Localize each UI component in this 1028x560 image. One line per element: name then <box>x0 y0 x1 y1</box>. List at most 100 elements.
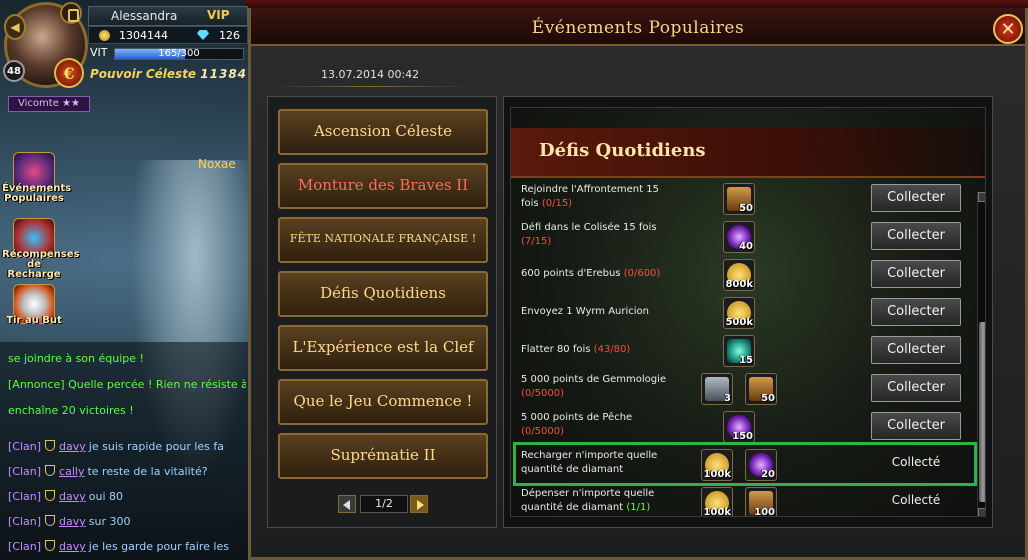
chat-channel: [Clan] <box>8 515 42 528</box>
chat-username[interactable]: davy <box>59 440 86 453</box>
reward-slot[interactable]: 800k <box>723 259 755 291</box>
reward-slot[interactable]: 3 <box>701 373 733 405</box>
challenge-row: Rejoindre l'Affrontement 15 fois (0/15) … <box>511 181 971 219</box>
challenge-description: Défi dans le Colisée 15 fois (7/15) <box>521 222 657 247</box>
challenge-description: Rejoindre l'Affrontement 15 fois (0/15) <box>521 184 659 209</box>
scrollbar[interactable] <box>977 192 985 516</box>
server-date: 13.07.2014 00:42 <box>321 68 420 81</box>
previous-page-button[interactable] <box>338 495 356 513</box>
event-menu: Ascension Céleste Monture des Braves II … <box>267 96 497 528</box>
name-bar: Alessandra VIP <box>88 6 248 26</box>
pager: 1/2 <box>338 495 428 515</box>
scroll-up-button[interactable] <box>978 192 985 202</box>
chat-message: enchaîne 20 victoires ! <box>8 404 134 417</box>
reward-slot[interactable]: 50 <box>723 183 755 215</box>
collect-button[interactable]: Collecter <box>871 374 961 402</box>
chat-username[interactable]: davy <box>59 490 86 503</box>
reward-slot[interactable]: 50 <box>745 373 777 405</box>
chat-username[interactable]: cally <box>59 465 84 478</box>
vitality-label: VIT <box>90 46 108 59</box>
side-button-label: Événements Populaires <box>2 183 72 204</box>
reward-quantity: 3 <box>724 393 731 404</box>
reward-slot[interactable]: 100k <box>701 487 733 517</box>
dialog-title-bar[interactable]: Événements Populaires <box>251 8 1025 46</box>
collected-status: Collecté <box>891 455 941 469</box>
side-button-penalty[interactable]: Tir au But <box>2 284 66 326</box>
chat-message: [Clan] davy oui 80 <box>8 490 246 503</box>
collect-button[interactable]: Collecter <box>871 336 961 364</box>
level-badge: 48 <box>3 60 25 82</box>
reward-quantity: 800k <box>725 279 753 290</box>
clan-shield-icon <box>45 490 56 501</box>
challenge-progress: (0/5000) <box>521 426 564 437</box>
collect-button[interactable]: Collecter <box>871 412 961 440</box>
menu-icon[interactable] <box>60 2 82 24</box>
power-value: 11384 <box>200 67 248 81</box>
menu-item-daily-challenges[interactable]: Défis Quotidiens <box>278 271 488 317</box>
reward-quantity: 20 <box>761 469 775 480</box>
chat-panel[interactable]: se joindre à son équipe ! [Annonce] Quel… <box>0 342 248 560</box>
menu-item-experience[interactable]: L'Expérience est la Clef <box>278 325 488 371</box>
reward-slot[interactable]: 100 <box>745 487 777 517</box>
menu-item-supremacy[interactable]: Suprématie II <box>278 433 488 479</box>
event-banner: Défis Quotidiens <box>511 128 985 178</box>
chat-message: [Clan] davy je les garde pour faire les <box>8 540 246 553</box>
clan-shield-icon <box>45 515 56 526</box>
challenge-progress: (0/15) <box>541 198 573 209</box>
diamond-amount: 126 <box>219 29 240 42</box>
menu-item-mount[interactable]: Monture des Braves II <box>278 163 488 209</box>
chat-username[interactable]: davy <box>59 515 86 528</box>
menu-item-national-day[interactable]: FÊTE NATIONALE FRANÇAISE ! <box>278 217 488 263</box>
chat-text: je suis rapide pour les fa <box>88 440 225 453</box>
collect-button[interactable]: Collecter <box>871 298 961 326</box>
vitality-text: 165/300 <box>158 48 200 59</box>
chat-channel: [Clan] <box>8 440 42 453</box>
gold-coin-icon <box>99 30 110 41</box>
sound-icon[interactable]: ◀ <box>4 14 26 40</box>
reward-slot[interactable]: 40 <box>723 221 755 253</box>
player-panel: ◀ 48 € Alessandra VIP 1304144 126 VIT 16… <box>0 0 250 115</box>
popular-events-dialog: Événements Populaires ✕ 13.07.2014 00:42… <box>248 8 1028 560</box>
challenge-description: Flatter 80 fois (43/80) <box>521 344 631 355</box>
reward-slot[interactable]: 500k <box>723 297 755 329</box>
reward-quantity: 100k <box>703 507 731 517</box>
side-button-recharge[interactable]: Récompenses de Recharge <box>2 218 79 280</box>
close-button[interactable]: ✕ <box>993 14 1023 44</box>
clan-shield-icon <box>45 465 56 476</box>
vip-badge[interactable]: VIP <box>207 8 230 22</box>
side-button-events[interactable]: Événements Populaires <box>2 152 72 204</box>
scroll-thumb[interactable] <box>979 322 985 502</box>
menu-item-game-begins[interactable]: Que le Jeu Commence ! <box>278 379 488 425</box>
reward-slot[interactable]: 20 <box>745 449 777 481</box>
scroll-down-button[interactable] <box>978 508 985 516</box>
power-label: Pouvoir Céleste <box>90 67 197 81</box>
gold-amount: 1304144 <box>119 29 168 42</box>
top-hud-strip <box>245 0 1028 8</box>
collect-button[interactable]: Collecter <box>871 260 961 288</box>
chat-message: [Annonce] Quelle percée ! Rien ne résist… <box>8 378 246 391</box>
menu-item-ascension[interactable]: Ascension Céleste <box>278 109 488 155</box>
collect-button[interactable]: Collecter <box>871 184 961 212</box>
challenge-description: 5 000 points de Gemmologie (0/5000) <box>521 374 667 399</box>
celestial-power: Pouvoir Céleste 11384 <box>90 67 250 81</box>
reward-quantity: 150 <box>732 431 753 442</box>
chat-channel: [Clan] <box>8 465 42 478</box>
next-page-button[interactable] <box>410 495 428 513</box>
challenge-row: Flatter 80 fois (43/80) 15 Collecter <box>511 333 971 371</box>
challenge-progress: (0/5000) <box>521 388 564 399</box>
collect-button[interactable]: Collecter <box>871 222 961 250</box>
chat-message: [Clan] cally te reste de la vitalité? <box>8 465 246 478</box>
chat-username[interactable]: davy <box>59 540 86 553</box>
clan-shield-icon <box>45 540 56 551</box>
reward-slot[interactable]: 100k <box>701 449 733 481</box>
challenge-progress: (1/1) <box>626 502 651 513</box>
resource-bar: 1304144 126 <box>88 26 248 44</box>
chat-message: [Clan] davy sur 300 <box>8 515 246 528</box>
reward-slot[interactable]: 15 <box>723 335 755 367</box>
divider <box>271 86 471 87</box>
chat-channel: [Clan] <box>8 490 42 503</box>
reward-slot[interactable]: 150 <box>723 411 755 443</box>
currency-shop-button[interactable]: € <box>54 58 84 88</box>
reward-quantity: 500k <box>725 317 753 328</box>
reward-quantity: 100 <box>754 507 775 517</box>
